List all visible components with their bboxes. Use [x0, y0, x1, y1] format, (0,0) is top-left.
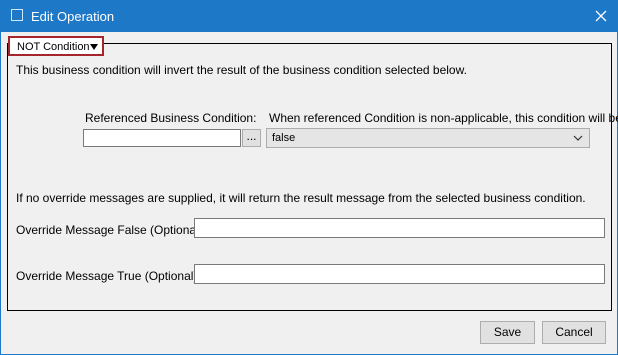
browse-button[interactable]: ... [242, 129, 261, 147]
cancel-button[interactable]: Cancel [542, 321, 606, 344]
non-applicable-value: false [272, 132, 296, 144]
override-true-label: Override Message True (Optional): [16, 269, 201, 283]
condition-description: This business condition will invert the … [16, 63, 467, 77]
condition-type-dropdown[interactable]: NOT Condition [8, 36, 104, 56]
window-title: Edit Operation [31, 9, 115, 24]
override-note: If no override messages are supplied, it… [16, 191, 586, 205]
non-applicable-select[interactable]: false [266, 128, 590, 148]
override-false-label: Override Message False (Optional): [16, 223, 207, 237]
condition-type-value: NOT Condition [17, 41, 90, 53]
edit-operation-dialog: Edit Operation NOT Condition This busine… [0, 0, 618, 355]
save-button[interactable]: Save [480, 321, 535, 344]
close-button[interactable] [585, 1, 617, 32]
override-false-input[interactable] [194, 218, 605, 238]
close-icon [595, 10, 607, 22]
override-true-input[interactable] [194, 264, 605, 284]
title-bar: Edit Operation [1, 1, 617, 32]
window-icon [11, 9, 23, 21]
referenced-condition-input[interactable] [83, 129, 241, 147]
triangle-down-icon [90, 44, 98, 50]
referenced-condition-label: Referenced Business Condition: [85, 111, 257, 125]
chevron-down-icon [573, 135, 583, 141]
non-applicable-label: When referenced Condition is non-applica… [269, 111, 618, 125]
